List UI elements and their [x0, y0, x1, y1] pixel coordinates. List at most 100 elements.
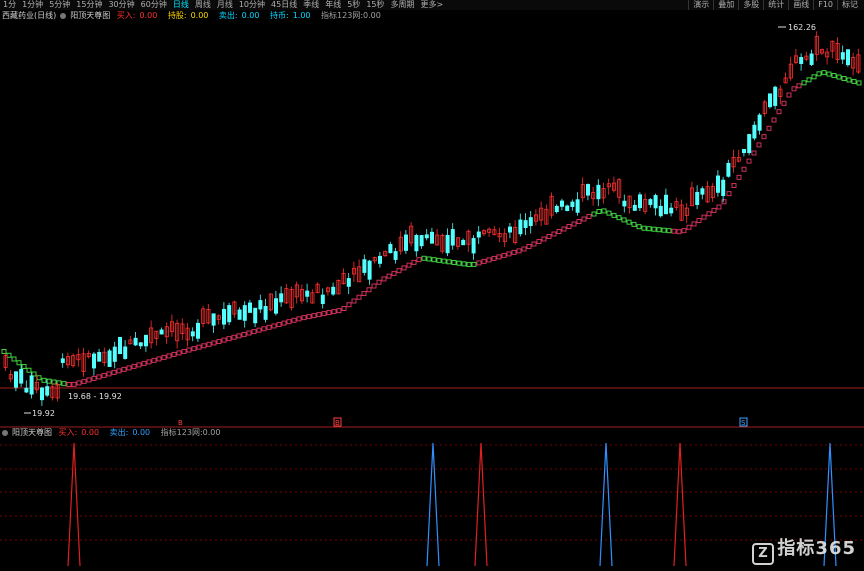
candle-body	[227, 305, 232, 323]
band-square	[696, 218, 702, 224]
band-square	[856, 80, 862, 86]
band-square	[251, 329, 257, 335]
band-square	[786, 92, 792, 98]
band-square	[531, 241, 537, 247]
candle-body	[507, 226, 512, 233]
band-square	[316, 312, 322, 318]
candle-body	[242, 305, 247, 321]
band-square	[391, 270, 397, 276]
kline-chart[interactable]: 162.26 19.92 19.68 - 19.92 B B S	[0, 0, 864, 571]
band-square	[836, 74, 842, 80]
candle-body	[190, 331, 195, 337]
band-square	[456, 260, 462, 266]
band-square	[361, 291, 367, 296]
band-square	[196, 344, 202, 350]
band-square	[796, 83, 802, 89]
band-square	[246, 330, 252, 336]
band-square	[306, 314, 312, 320]
band-square	[166, 353, 172, 359]
band-square	[806, 77, 812, 83]
band-square	[681, 228, 687, 234]
candle-body	[653, 195, 658, 209]
candle-body	[305, 290, 310, 297]
candle-body	[476, 231, 481, 238]
band-square	[11, 356, 17, 362]
candle-body	[695, 191, 700, 205]
band-square	[341, 306, 347, 311]
band-square	[31, 371, 37, 377]
band-square	[181, 348, 187, 354]
band-square	[676, 229, 682, 235]
candle-body	[60, 358, 65, 363]
band-square	[616, 215, 622, 221]
band-square	[811, 74, 817, 80]
band-square	[26, 367, 32, 373]
band-square	[746, 158, 752, 164]
band-square	[601, 208, 607, 214]
candle-body	[403, 234, 408, 251]
band-square	[701, 214, 707, 220]
band-square	[216, 339, 222, 345]
candle-body	[388, 244, 393, 254]
candle-body	[107, 350, 112, 367]
band-square	[176, 350, 182, 356]
band-square	[816, 71, 822, 77]
band-square	[66, 382, 72, 387]
band-square	[841, 76, 847, 81]
signal-spike-2	[474, 442, 488, 567]
band-square	[656, 227, 662, 233]
signal-spike-4	[673, 442, 687, 567]
candle-body	[419, 235, 424, 247]
band-square	[506, 251, 512, 257]
candlesticks	[3, 31, 861, 406]
band-square	[851, 78, 857, 84]
candle-body	[840, 52, 845, 60]
candle-body	[112, 346, 117, 362]
candle-body	[320, 294, 325, 304]
candle-body	[742, 148, 747, 154]
candle-body	[716, 175, 721, 193]
band-square	[671, 228, 677, 234]
candle-body	[377, 255, 382, 264]
band-square	[321, 311, 327, 317]
signal-spike-3	[599, 442, 613, 567]
candle-body	[24, 387, 29, 393]
candle-body	[554, 205, 559, 213]
band-square	[636, 224, 642, 230]
band-square	[591, 211, 597, 217]
band-square	[16, 360, 22, 366]
candle-body	[237, 309, 242, 320]
band-square	[356, 294, 362, 300]
band-square	[301, 315, 307, 321]
band-square	[651, 226, 657, 232]
band-square	[821, 70, 827, 76]
candle-body	[258, 300, 263, 310]
candle-body	[461, 239, 466, 246]
band-square	[846, 77, 852, 83]
band-square	[416, 257, 422, 263]
watermark-logo-icon: Z	[752, 543, 775, 565]
high-price-label: 162.26	[788, 23, 816, 32]
candle-body	[638, 194, 643, 209]
band-square	[136, 362, 142, 368]
candle-body	[253, 307, 258, 324]
candle-body	[596, 184, 601, 200]
band-square	[231, 334, 237, 340]
candle-body	[133, 337, 138, 346]
band-square	[271, 323, 277, 329]
candle-body	[393, 251, 398, 260]
band-square	[21, 364, 27, 369]
band-square	[571, 221, 577, 227]
candle-body	[92, 353, 97, 369]
band-square	[226, 336, 232, 342]
band-square	[411, 259, 417, 265]
band-square	[466, 262, 472, 268]
band-square	[96, 374, 102, 380]
band-square	[156, 356, 162, 362]
candle-body	[362, 259, 367, 273]
band-square	[626, 219, 632, 225]
candle-body	[570, 201, 575, 207]
band-square	[101, 372, 107, 378]
band-square	[751, 150, 757, 156]
band-square	[686, 224, 692, 230]
